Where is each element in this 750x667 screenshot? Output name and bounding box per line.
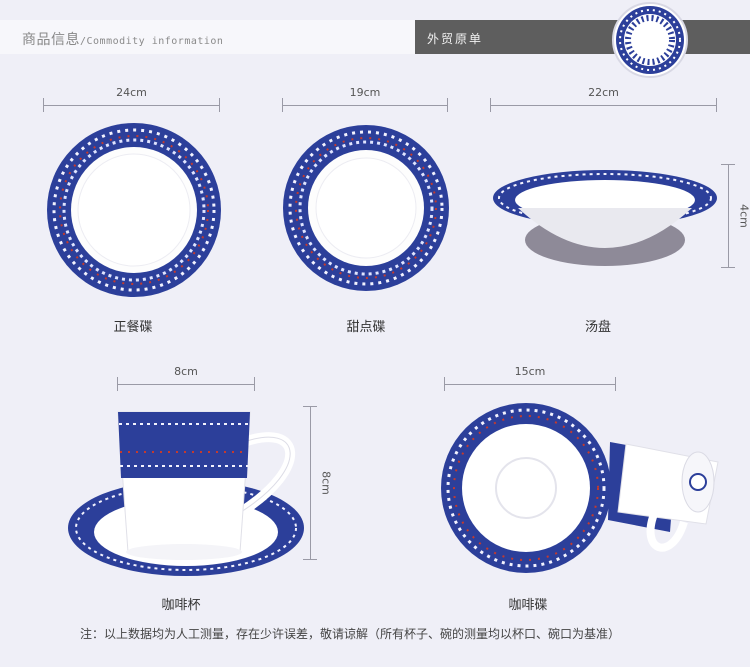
dimension-text: 15cm <box>514 365 546 378</box>
measurement-note: 注：以上数据均为人工测量，存在少许误差，敬请谅解（所有杯子、碗的测量均以杯口、碗… <box>80 627 621 641</box>
title-cn: 商品信息 <box>22 32 80 48</box>
soup-plate-image <box>493 170 717 266</box>
coffee-saucer-image <box>441 403 719 573</box>
page-title: 商品信息/Commodity information <box>22 29 223 49</box>
soup-plate-label: 汤盘 <box>584 320 611 335</box>
dimension-text: 19cm <box>349 86 381 99</box>
height-line-soup-plate: 4cm <box>718 164 750 268</box>
dimension-text: 22cm <box>588 86 619 99</box>
dinner-plate-image <box>47 123 221 297</box>
product-thumbnail <box>612 2 688 78</box>
thumbnail-plate-image <box>616 6 684 74</box>
height-text: 8cm <box>319 471 333 495</box>
dimension-line-coffee-cup: 8cm <box>117 365 255 393</box>
dimension-line-soup-plate: 22cm <box>490 86 717 114</box>
title-en: /Commodity information <box>80 36 224 47</box>
dimension-line-coffee-saucer: 15cm <box>444 365 616 393</box>
coffee-saucer-label: 咖啡碟 <box>508 598 548 613</box>
height-text: 4cm <box>737 204 750 228</box>
dimension-line-dessert-plate: 19cm <box>282 86 448 114</box>
header-right-label: 外贸原单 <box>427 32 484 46</box>
dessert-plate-label: 甜点碟 <box>346 320 386 335</box>
dimension-text: 24cm <box>116 86 147 99</box>
dinner-plate-label: 正餐碟 <box>113 320 153 335</box>
dimension-text: 8cm <box>174 365 198 378</box>
coffee-cup-image <box>68 411 304 576</box>
coffee-cup-label: 咖啡杯 <box>161 598 201 613</box>
dessert-plate-image <box>283 125 449 291</box>
dimension-line-dinner-plate: 24cm <box>43 86 220 114</box>
